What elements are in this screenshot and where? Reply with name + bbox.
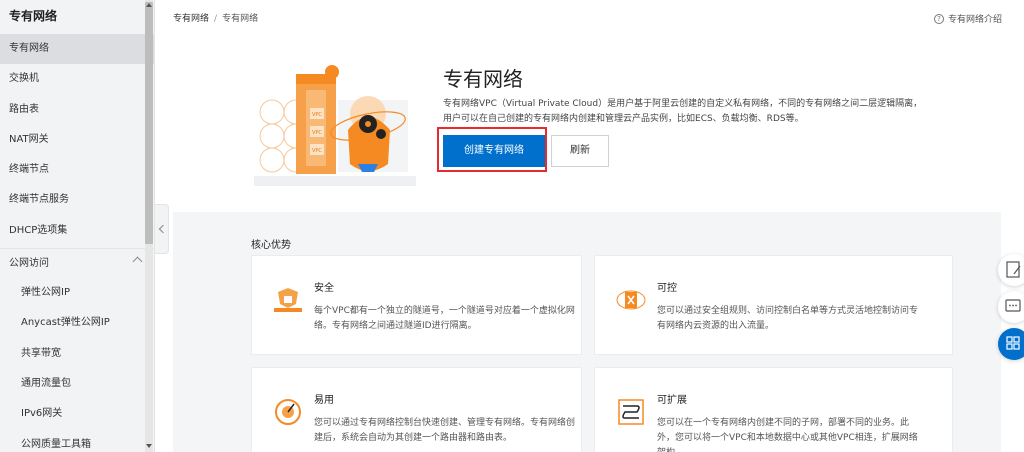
illustration-base	[254, 176, 416, 186]
sidebar-item-shared-bandwidth[interactable]: 共享带宽	[0, 339, 154, 369]
illustration-dot	[325, 65, 339, 79]
card-title: 可扩展	[657, 395, 687, 406]
card-title: 安全	[314, 283, 334, 294]
apps-button[interactable]	[998, 328, 1024, 360]
card-title: 可控	[657, 283, 677, 294]
page-description-line: 专有网络VPC（Virtual Private Cloud）是用户基于阿里云创建…	[443, 99, 923, 109]
gear-icon	[376, 129, 386, 139]
help-link[interactable]: ? 专有网络介绍	[933, 12, 1002, 25]
apps-grid-icon	[1006, 336, 1020, 350]
sidebar-item-network-toolbox[interactable]: 公网质量工具箱	[0, 430, 154, 452]
page-title: 专有网络	[443, 67, 523, 91]
gear-hub	[365, 121, 371, 127]
sidebar-item-vpc[interactable]: 专有网络	[0, 34, 154, 65]
sidebar-item-eip[interactable]: 弹性公网IP	[0, 278, 154, 308]
illustration-ring	[259, 123, 285, 149]
sidebar-collapse-toggle[interactable]	[155, 204, 169, 254]
shield-icon	[274, 288, 302, 312]
illustration-vpc-label: VPC	[312, 148, 322, 154]
illustration-ring	[259, 99, 285, 125]
sidebar-item-endpoint-service[interactable]: 终端节点服务	[0, 185, 154, 215]
sidebar-item-nat-gateway[interactable]: NAT网关	[0, 125, 154, 155]
page-description-line: 用户可以在自己创建的专有网络内创建和管理云产品实例，比如ECS、负载均衡、RDS…	[443, 114, 804, 124]
page-description: 专有网络VPC（Virtual Private Cloud）是用户基于阿里云创建…	[443, 97, 943, 127]
refresh-button[interactable]: 刷新	[551, 135, 609, 167]
breadcrumb-separator: /	[214, 14, 218, 24]
sidebar: 专有网络 专有网络 交换机 路由表 NAT网关 终端节点 终端节点服务 DHCP…	[0, 0, 155, 452]
sidebar-item-data-transfer-plan[interactable]: 通用流量包	[0, 369, 154, 399]
scroll-down-arrow-icon[interactable]	[146, 444, 152, 448]
sidebar-item-route-table[interactable]: 路由表	[0, 95, 154, 125]
breadcrumb-current: 专有网络	[222, 14, 259, 24]
dial-icon	[275, 399, 301, 425]
chevron-up-icon	[132, 256, 143, 267]
advantage-card-control: 可控 您可以通过安全组规则、访问控制白名单等方式灵活地控制访问专有网络内云资源的…	[594, 255, 953, 355]
card-description: 您可以通过专有网络控制台快速创建、管理专有网络。专有网络创建后，系统会自动为其创…	[314, 418, 576, 443]
advantages-heading: 核心优势	[251, 240, 291, 251]
sidebar-item-dhcp-options[interactable]: DHCP选项集	[0, 216, 154, 246]
breadcrumb-root[interactable]: 专有网络	[173, 14, 209, 24]
chevron-left-icon	[158, 224, 168, 234]
sidebar-item-ipv6-gateway[interactable]: IPv6网关	[0, 399, 154, 429]
sidebar-item-anycast-eip[interactable]: Anycast弹性公网IP	[0, 308, 154, 338]
control-icon	[616, 290, 646, 310]
chat-button[interactable]	[998, 291, 1024, 323]
scale-path-icon	[618, 399, 644, 425]
clipboard-edit-icon	[1006, 261, 1021, 278]
sidebar-scroll-thumb[interactable]	[145, 2, 153, 244]
feedback-button[interactable]	[998, 254, 1024, 286]
question-circle-icon: ?	[933, 13, 944, 24]
scroll-up-arrow-icon[interactable]	[146, 3, 152, 7]
chat-bubble-icon	[1005, 299, 1021, 312]
vpc-illustration: VPC VPC VPC	[254, 65, 416, 186]
advantage-card-usability: 易用 您可以通过专有网络控制台快速创建、管理专有网络。专有网络创建后，系统会自动…	[251, 367, 582, 452]
sidebar-group-public-access[interactable]: 公网访问	[0, 248, 154, 278]
illustration-ring	[259, 147, 285, 173]
card-description: 每个VPC都有一个独立的隧道号，一个隧道号对应着一个虚拟化网络。专有网络之间通过…	[314, 306, 575, 331]
sidebar-group-label: 公网访问	[9, 258, 49, 270]
advantage-card-scalability: 可扩展 您可以在一个专有网络内创建不同的子网，部署不同的业务。此外，您可以将一个…	[594, 367, 953, 452]
sidebar-item-vswitch[interactable]: 交换机	[0, 64, 154, 94]
card-description: 您可以通过安全组规则、访问控制白名单等方式灵活地控制访问专有网络内云资源的出入流…	[657, 306, 919, 331]
illustration-vpc-label: VPC	[312, 130, 322, 136]
illustration-vpc-label: VPC	[312, 112, 322, 118]
help-link-label: 专有网络介绍	[947, 15, 1002, 25]
sidebar-title: 专有网络	[9, 9, 58, 23]
breadcrumb: 专有网络 / 专有网络	[173, 11, 258, 24]
highlight-box	[437, 127, 547, 172]
card-description: 您可以在一个专有网络内创建不同的子网，部署不同的业务。此外，您可以将一个VPC和…	[657, 418, 918, 452]
advantage-card-security: 安全 每个VPC都有一个独立的隧道号，一个隧道号对应着一个虚拟化网络。专有网络之…	[251, 255, 582, 355]
card-title: 易用	[314, 395, 334, 406]
sidebar-item-endpoint[interactable]: 终端节点	[0, 155, 154, 185]
